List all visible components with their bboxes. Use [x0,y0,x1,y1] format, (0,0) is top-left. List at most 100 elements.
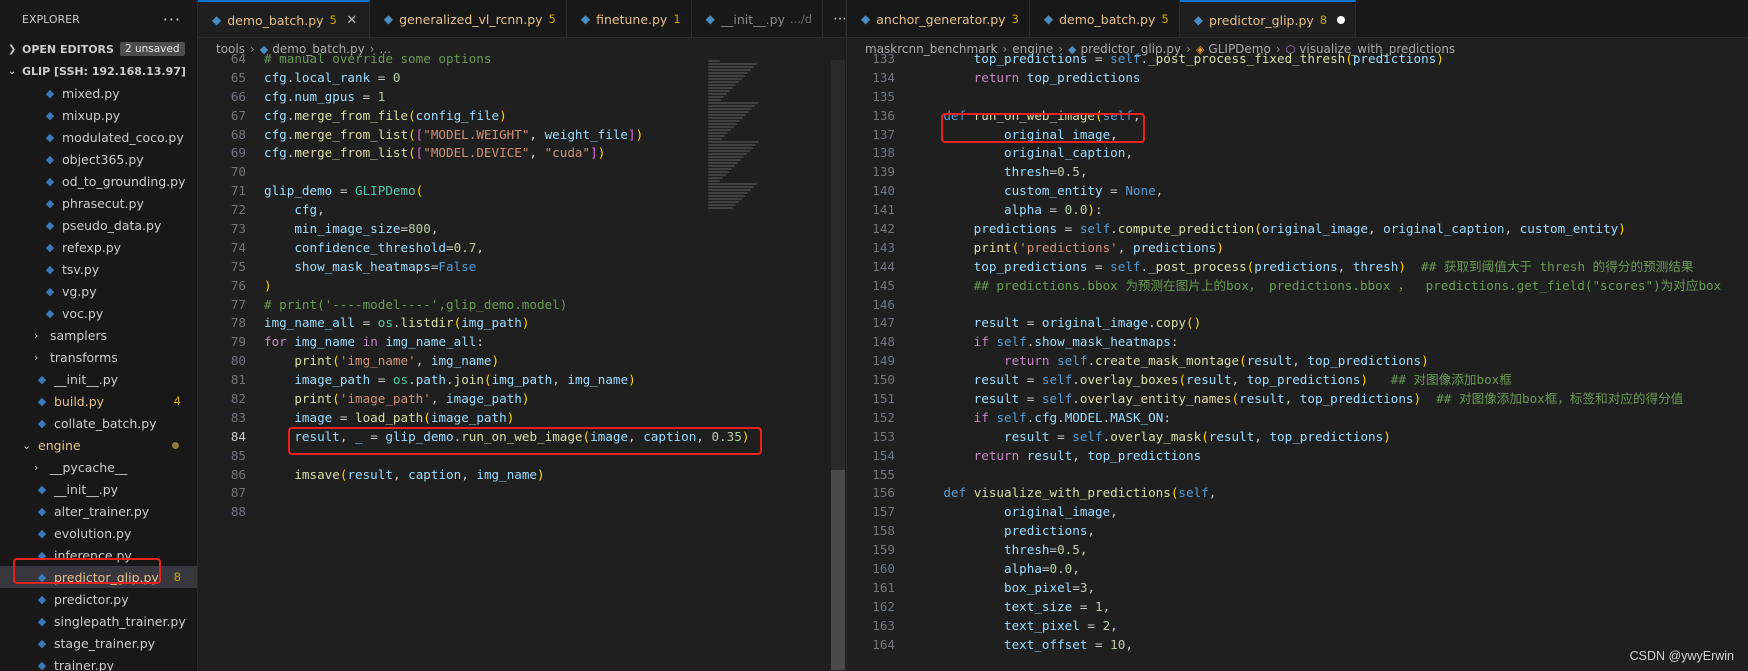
more-actions-icon[interactable]: ··· [163,10,181,29]
code-line[interactable]: 141 alpha = 0.0): [847,201,1748,220]
code-line[interactable]: 163 text_pixel = 2, [847,617,1748,636]
code-line[interactable]: 75 show_mask_heatmaps=False [198,258,845,277]
code-line[interactable]: 79 for img_name in img_name_all: [198,333,845,352]
scrollbar-thumb[interactable] [831,470,845,670]
close-icon[interactable]: ✕ [345,13,359,28]
line-number: 156 [872,485,895,501]
unsaved-dot-icon[interactable] [1337,16,1346,24]
code-line[interactable]: 78 img_name_all = os.listdir(img_path) [198,314,845,333]
tree-item[interactable]: ◆ vg.py [0,280,197,302]
tree-item[interactable]: ◆ modulated_coco.py [0,126,197,148]
tree-item[interactable]: ◆ mixed.py [0,82,197,104]
code-line[interactable]: 140 custom_entity = None, [847,182,1748,201]
code-line[interactable]: 73 min_image_size=800, [198,220,845,239]
line-number: 153 [872,428,895,444]
tree-item[interactable]: ◆ build.py 4 [0,390,197,412]
code-line[interactable]: 87 [198,484,845,503]
code-line[interactable]: 138 original_caption, [847,144,1748,163]
tree-item[interactable]: ◆ mixup.py [0,104,197,126]
code-line[interactable]: 155 [847,466,1748,485]
code-line[interactable]: 147 result = original_image.copy() [847,314,1748,333]
code-line[interactable]: 162 text_size = 1, [847,598,1748,617]
minimap-line [708,126,734,128]
tree-item[interactable]: ◆ tsv.py [0,258,197,280]
tree-item[interactable]: ◆ collate_batch.py [0,412,197,434]
code-line[interactable]: 84 result, _ = glip_demo.run_on_web_imag… [198,428,845,447]
line-number: 82 [230,391,246,407]
tree-item[interactable]: ◆ voc.py [0,302,197,324]
code-line[interactable]: 76) [198,277,845,296]
code-line[interactable]: 134 return top_predictions [847,69,1748,88]
tree-item[interactable]: ◆ pseudo_data.py [0,214,197,236]
code-line[interactable]: 143 print('predictions', predictions) [847,239,1748,258]
code-line[interactable]: 86 imsave(result, caption, img_name) [198,466,845,485]
code-line[interactable]: 151 result = self.overlay_entity_names(r… [847,390,1748,409]
line-number: 136 [872,107,895,123]
code-line[interactable]: 83 image = load_path(image_path) [198,409,845,428]
code-line[interactable]: 145 ## predictions.bbox 为预测在图片上的box， pre… [847,277,1748,296]
code-line[interactable]: 133 top_predictions = self._post_process… [847,50,1748,69]
tree-item[interactable]: ◆ __init__.py [0,368,197,390]
minimap[interactable] [708,60,768,220]
minimap-line [708,204,736,206]
code-line[interactable]: 137 original_image, [847,126,1748,145]
tree-item[interactable]: › samplers [0,324,197,346]
code-editor[interactable]: 133 top_predictions = self._post_process… [847,50,1748,671]
code-line[interactable]: 159 thresh=0.5, [847,541,1748,560]
vertical-scrollbar[interactable] [831,60,845,671]
tree-item[interactable]: ◆ evolution.py [0,522,197,544]
code-line[interactable]: 154 return result, top_predictions [847,447,1748,466]
editor-tab[interactable]: ◆ finetune.py 1 [566,0,692,37]
code-line[interactable]: 161 box_pixel=3, [847,579,1748,598]
editor-tab[interactable]: ◆ anchor_generator.py 3 [847,0,1030,37]
code-line[interactable]: 135 [847,88,1748,107]
editor-tab[interactable]: ◆ predictor_glip.py 8 [1179,0,1357,37]
editor-tab[interactable]: ◆ demo_batch.py 5 [1029,0,1180,37]
code-line[interactable]: 82 print('image_path', image_path) [198,390,845,409]
code-line[interactable]: 157 original_image, [847,503,1748,522]
tree-item[interactable]: › transforms [0,346,197,368]
tree-item[interactable]: ⌄ engine [0,434,197,456]
more-actions-icon[interactable]: ⋯ [833,11,845,27]
tree-item[interactable]: ◆ inference.py [0,544,197,566]
tree-item-label: refexp.py [62,239,122,255]
tree-item[interactable]: › __pycache__ [0,456,197,478]
tree-item[interactable]: ◆ object365.py [0,148,197,170]
code-line[interactable]: 80 print('img_name', img_name) [198,352,845,371]
code-line[interactable]: 74 confidence_threshold=0.7, [198,239,845,258]
code-line[interactable]: 146 [847,296,1748,315]
editor-tab[interactable]: ◆ generalized_vl_rcnn.py 5 [369,0,567,37]
editor-tab[interactable]: ◆ demo_batch.py 5 ✕ [198,0,370,37]
code-line[interactable]: 152 if self.cfg.MODEL.MASK_ON: [847,409,1748,428]
tree-item[interactable]: ◆ __init__.py [0,478,197,500]
tree-item[interactable]: ◆ alter_trainer.py [0,500,197,522]
code-line[interactable]: 150 result = self.overlay_boxes(result, … [847,371,1748,390]
code-line[interactable]: 142 predictions = self.compute_predictio… [847,220,1748,239]
code-line[interactable]: 164 text_offset = 10, [847,636,1748,655]
tree-item[interactable]: ◆ stage_trainer.py [0,632,197,654]
code-line[interactable]: 158 predictions, [847,522,1748,541]
editor-tab[interactable]: ◆ __init__.py .../d [691,0,824,37]
code-line[interactable]: 77 # print('----model----',glip_demo.mode… [198,296,845,315]
tree-item[interactable]: ◆ phrasecut.py [0,192,197,214]
tree-item[interactable]: ◆ trainer.py [0,654,197,671]
workspace-section[interactable]: ⌄ GLIP [SSH: 192.168.13.97] [0,60,197,82]
tree-item[interactable]: ◆ singlepath_trainer.py [0,610,197,632]
tree-item[interactable]: ◆ predictor_glip.py 8 [0,566,197,588]
code-line[interactable]: 160 alpha=0.0, [847,560,1748,579]
code-line[interactable]: 149 return self.create_mask_montage(resu… [847,352,1748,371]
open-editors-section[interactable]: ❯ OPEN EDITORS 2 unsaved [0,38,197,60]
code-line[interactable]: 81 image_path = os.path.join(img_path, i… [198,371,845,390]
tree-item[interactable]: ◆ refexp.py [0,236,197,258]
tree-item[interactable]: ◆ od_to_grounding.py [0,170,197,192]
code-line[interactable]: 144 top_predictions = self._post_process… [847,258,1748,277]
code-line[interactable]: 139 thresh=0.5, [847,163,1748,182]
code-line[interactable]: 85 [198,447,845,466]
code-line[interactable]: 156 def visualize_with_predictions(self, [847,484,1748,503]
code-line[interactable]: 148 if self.show_mask_heatmaps: [847,333,1748,352]
tree-item[interactable]: ◆ predictor.py [0,588,197,610]
code-line[interactable]: 88 [198,503,845,522]
code-line[interactable]: 153 result = self.overlay_mask(result, t… [847,428,1748,447]
code-line[interactable]: 136 def run_on_web_image(self, [847,107,1748,126]
